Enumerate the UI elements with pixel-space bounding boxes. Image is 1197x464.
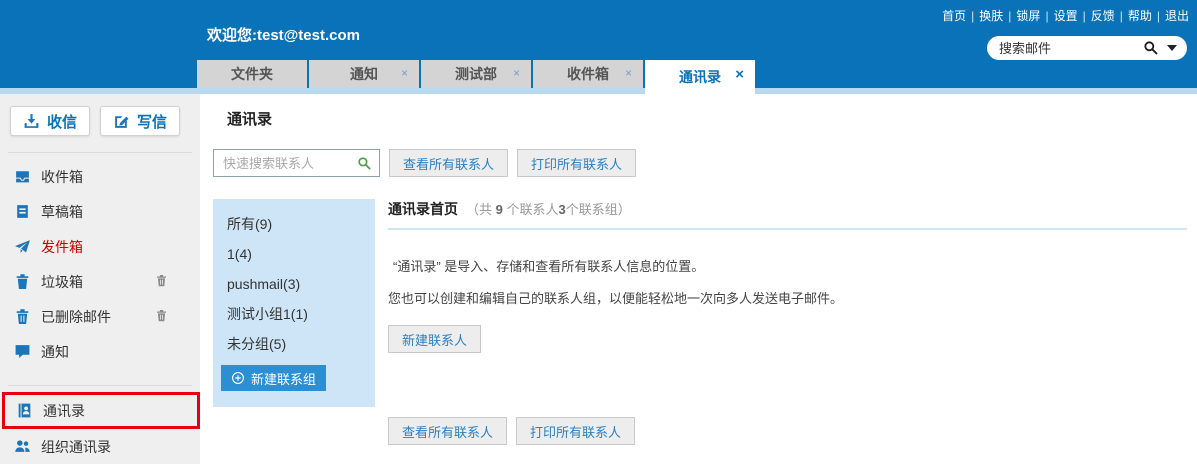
receive-mail-icon (23, 113, 40, 130)
link-skin[interactable]: 换肤 (979, 7, 1003, 24)
empty-junk-icon[interactable] (155, 274, 168, 287)
welcome-text: 欢迎您:test@test.com (207, 24, 360, 45)
sidebar-item-label: 垃圾箱 (41, 272, 83, 292)
quick-search-box[interactable] (213, 149, 380, 177)
drafts-icon (14, 203, 31, 220)
plus-circle-icon (231, 371, 245, 385)
empty-deleted-icon[interactable] (155, 309, 168, 322)
contacts-toolbar: 查看所有联系人 打印所有联系人 (213, 149, 1197, 177)
tab-close-icon[interactable]: × (401, 67, 408, 79)
notice-bubble-icon (14, 343, 31, 360)
contacts-description-2: 您也可以创建和编辑自己的联系人组，以便能轻松地一次向多人发送电子邮件。 (388, 288, 1187, 307)
link-feedback[interactable]: 反馈 (1091, 7, 1115, 24)
group-item-test-group[interactable]: 测试小组1(1) (213, 299, 375, 329)
tab-bar: 文件夹 通知 × 测试部 × 收件箱 × 通讯录 × (197, 60, 757, 88)
mail-search-box[interactable] (987, 36, 1187, 60)
tab-test-dept[interactable]: 测试部 × (421, 60, 531, 88)
link-settings[interactable]: 设置 (1054, 7, 1078, 24)
sidebar: 收信 写信 收件箱 (0, 94, 200, 464)
new-contact-group-button[interactable]: 新建联系组 (221, 365, 326, 391)
print-all-contacts-button-bottom[interactable]: 打印所有联系人 (516, 417, 635, 445)
trash-icon (14, 273, 31, 290)
sidebar-item-label: 草稿箱 (41, 202, 83, 222)
mail-search-input[interactable] (997, 40, 1143, 57)
sidebar-item-sent[interactable]: 发件箱 (0, 229, 200, 264)
group-item-1[interactable]: 1(4) (213, 239, 375, 269)
link-separator: | (1157, 9, 1160, 23)
sidebar-item-drafts[interactable]: 草稿箱 (0, 194, 200, 229)
link-lockscreen[interactable]: 锁屏 (1016, 7, 1040, 24)
sidebar-item-notice[interactable]: 通知 (0, 334, 200, 369)
link-separator: | (1008, 9, 1011, 23)
link-separator: | (1120, 9, 1123, 23)
org-contacts-icon (14, 438, 31, 455)
contacts-count: （共 9 个联系人3个联系组） (466, 199, 631, 218)
contacts-home-title: 通讯录首页 (388, 199, 458, 219)
quick-search-input[interactable] (221, 155, 357, 172)
sidebar-item-deleted[interactable]: 已删除邮件 (0, 299, 200, 334)
tab-inbox[interactable]: 收件箱 × (533, 60, 643, 88)
sidebar-item-contacts[interactable]: 通讯录 (2, 392, 200, 429)
group-item-all[interactable]: 所有(9) (213, 209, 375, 239)
link-separator: | (971, 9, 974, 23)
deleted-mail-icon (14, 308, 31, 325)
tab-notice[interactable]: 通知 × (309, 60, 419, 88)
tab-label: 通知 (350, 64, 378, 84)
compose-mail-icon (113, 113, 130, 130)
receive-mail-label: 收信 (47, 111, 77, 132)
receive-mail-button[interactable]: 收信 (10, 106, 90, 136)
sidebar-item-label: 通知 (41, 342, 69, 362)
page-title: 通讯录 (227, 108, 1197, 129)
contact-groups-panel: 所有(9) 1(4) pushmail(3) 测试小组1(1) 未分组(5) 新… (213, 199, 375, 407)
sidebar-item-junk[interactable]: 垃圾箱 (0, 264, 200, 299)
tab-contacts[interactable]: 通讯录 × (645, 60, 755, 94)
folder-list: 收件箱 草稿箱 发件箱 (0, 153, 200, 369)
link-separator: | (1083, 9, 1086, 23)
webmail-app: 首页 | 换肤 | 锁屏 | 设置 | 反馈 | 帮助 | 退出 欢迎您:test@test… (0, 0, 1197, 464)
tab-close-icon[interactable]: × (625, 67, 632, 79)
main-area: 通讯录 查看所有联系人 打印所有联系人 所有(9) 1(4) pushmail(… (200, 94, 1197, 464)
tab-label: 通讯录 (679, 67, 721, 87)
link-logout[interactable]: 退出 (1165, 7, 1189, 24)
compose-mail-button[interactable]: 写信 (100, 106, 180, 136)
print-all-contacts-button[interactable]: 打印所有联系人 (517, 149, 636, 177)
tab-close-icon[interactable]: × (735, 69, 744, 81)
tab-label: 收件箱 (567, 64, 609, 84)
new-contact-button[interactable]: 新建联系人 (388, 325, 481, 353)
bottom-toolbar: 查看所有联系人 打印所有联系人 (388, 417, 1197, 445)
tab-label: 测试部 (455, 64, 497, 84)
tab-close-icon[interactable]: × (513, 67, 520, 79)
contacts-home-panel: 通讯录首页 （共 9 个联系人3个联系组） “通讯录” 是导入、存储和查看所有联… (388, 199, 1187, 407)
tab-label: 文件夹 (231, 64, 273, 84)
sidebar-item-label: 已删除邮件 (41, 307, 111, 327)
sidebar-item-label: 通讯录 (43, 401, 85, 421)
view-all-contacts-button-bottom[interactable]: 查看所有联系人 (388, 417, 507, 445)
sidebar-item-label: 组织通讯录 (41, 437, 111, 457)
view-all-contacts-button[interactable]: 查看所有联系人 (389, 149, 508, 177)
search-dropdown-icon[interactable] (1167, 45, 1177, 51)
link-help[interactable]: 帮助 (1128, 7, 1152, 24)
search-icon[interactable] (1143, 40, 1159, 56)
sidebar-item-inbox[interactable]: 收件箱 (0, 159, 200, 194)
group-item-ungrouped[interactable]: 未分组(5) (213, 329, 375, 359)
sidebar-item-org-contacts[interactable]: 组织通讯录 (0, 429, 200, 464)
sidebar-divider (8, 385, 192, 386)
quick-search-icon[interactable] (357, 156, 372, 171)
sidebar-item-label: 收件箱 (41, 167, 83, 187)
tab-folders[interactable]: 文件夹 (197, 60, 307, 88)
sidebar-item-label: 发件箱 (41, 237, 83, 257)
compose-mail-label: 写信 (137, 111, 167, 132)
new-contact-group-label: 新建联系组 (251, 369, 316, 388)
header: 首页 | 换肤 | 锁屏 | 设置 | 反馈 | 帮助 | 退出 欢迎您:test@test… (0, 0, 1197, 88)
contacts-book-icon (16, 402, 33, 419)
contacts-description-1: “通讯录” 是导入、存储和查看所有联系人信息的位置。 (388, 256, 1187, 275)
sent-icon (14, 238, 31, 255)
inbox-icon (14, 168, 31, 185)
link-home[interactable]: 首页 (942, 7, 966, 24)
link-separator: | (1045, 9, 1048, 23)
top-links: 首页 | 换肤 | 锁屏 | 设置 | 反馈 | 帮助 | 退出 (942, 7, 1189, 24)
group-item-pushmail[interactable]: pushmail(3) (213, 269, 375, 299)
